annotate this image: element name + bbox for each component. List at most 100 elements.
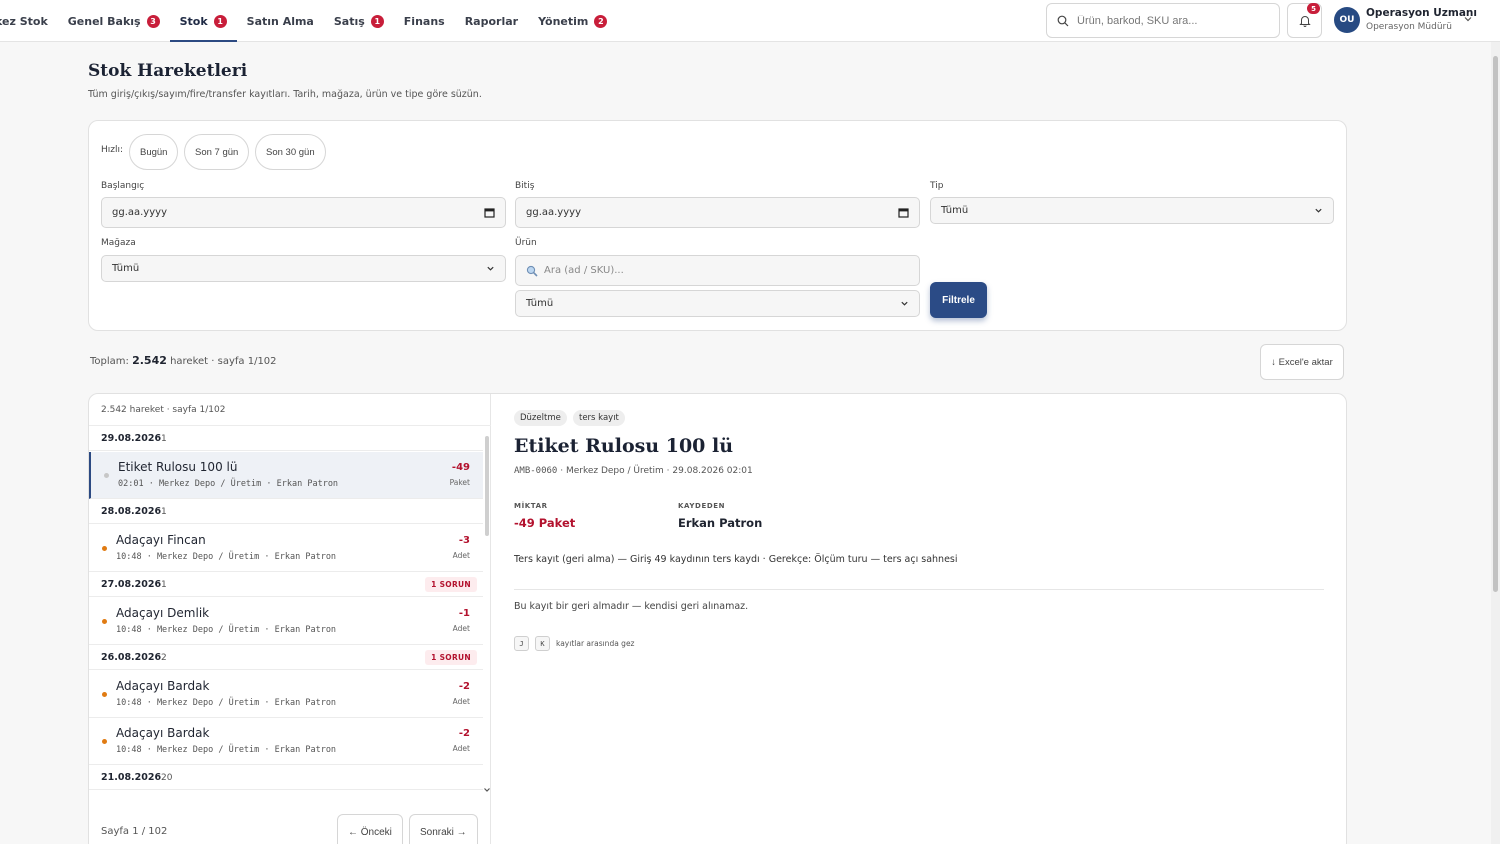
movement-qty: -3: [458, 535, 470, 546]
status-dot: [102, 692, 107, 697]
list-scrollbar-thumb[interactable]: [485, 436, 489, 536]
quick-filter-7-days[interactable]: Son 7 gün: [184, 134, 250, 170]
main-nav: kez Stok Genel Bakış 3 Stok 1 Satın Alma Satış…: [0, 0, 617, 42]
scroll-down-icon[interactable]: [483, 786, 491, 794]
nav-badge: 2: [594, 14, 608, 28]
movement-row[interactable]: Adaçayı Demlik 10:48 · Merkez Depo / Üret…: [89, 598, 483, 645]
movement-unit: Adet: [452, 551, 470, 560]
product-label: Ürün: [515, 238, 537, 248]
nav-item-label: Raporlar: [464, 14, 519, 28]
chevron-down-icon: [487, 266, 494, 271]
search-input[interactable]: [1077, 14, 1267, 27]
store-select[interactable]: Tümü: [101, 255, 506, 282]
detail-divider: [514, 589, 1324, 590]
movement-name: Adaçayı Bardak: [116, 679, 210, 693]
nav-item-3[interactable]: Satın Alma: [237, 0, 324, 42]
avatar[interactable]: OU: [1334, 7, 1360, 33]
kbd-next-key: K: [535, 636, 550, 651]
movement-list[interactable]: 29.08.2026 1 Etiket Rulosu 100 lü 02:01 · M…: [89, 425, 491, 794]
status-dot: [102, 546, 107, 551]
page-title: Stok Hareketleri: [88, 61, 248, 81]
search-icon: [1057, 15, 1069, 26]
start-date-input[interactable]: gg.aa.yyyy: [101, 197, 506, 228]
page-scrollbar[interactable]: [1491, 42, 1500, 844]
movement-meta: 02:01 · Merkez Depo / Üretim · Erkan Pat…: [118, 479, 339, 489]
nav-item-1[interactable]: Genel Bakış 3: [58, 0, 170, 42]
global-search[interactable]: [1046, 3, 1280, 38]
nav-item-4[interactable]: Satış 1: [324, 0, 394, 42]
nav-item-0[interactable]: kez Stok: [0, 0, 58, 42]
total-summary: Toplam: 2.542 hareket · sayfa 1/102: [90, 354, 277, 367]
nav-item-label: Yönetim: [538, 14, 589, 28]
movement-detail: Düzeltme ters kayıt Etiket Rulosu 100 lü…: [491, 394, 1346, 844]
filter-button[interactable]: Filtrele: [930, 282, 987, 318]
product-select[interactable]: Tümü: [515, 290, 920, 317]
search-icon: [526, 265, 538, 277]
movement-qty: -49: [451, 462, 470, 473]
movement-name: Adaçayı Bardak: [116, 726, 210, 740]
calendar-icon[interactable]: [484, 207, 495, 218]
movement-qty: -1: [458, 608, 470, 619]
status-dot: [102, 739, 107, 744]
quick-filter-30-days[interactable]: Son 30 gün: [255, 134, 326, 170]
movement-row[interactable]: Adaçayı Fincan 10:48 · Merkez Depo / Üret…: [89, 525, 483, 572]
total-count: 2.542: [132, 354, 167, 367]
type-select-value: Tümü: [941, 205, 969, 216]
detail-title: Etiket Rulosu 100 lü: [514, 435, 734, 457]
status-dot: [102, 619, 107, 624]
detail-meta-rest: · Merkez Depo / Üretim · 29.08.2026 02:0…: [557, 466, 753, 476]
prev-page-button[interactable]: ← Önceki: [337, 814, 403, 844]
nav-item-5[interactable]: Finans: [394, 0, 455, 42]
nav-badge: 3: [146, 14, 160, 28]
type-select[interactable]: Tümü: [930, 197, 1334, 224]
detail-tag-reversal: ters kayıt: [573, 410, 625, 426]
nav-item-2[interactable]: Stok 1: [169, 0, 237, 42]
chevron-down-icon: [1315, 208, 1322, 213]
date-group-count: 1: [161, 580, 167, 590]
date-group-header: 27.08.2026 1 1 SORUN: [89, 572, 483, 597]
end-date-input[interactable]: gg.aa.yyyy: [515, 197, 920, 228]
date-group-header: 21.08.2026 20: [89, 765, 483, 790]
nav-item-label: kez Stok: [0, 14, 48, 28]
movement-list-pane: 2.542 hareket · sayfa 1/102 29.08.2026 1 E…: [89, 394, 491, 844]
movement-unit: Adet: [452, 624, 470, 633]
store-select-value: Tümü: [112, 263, 140, 274]
chevron-down-icon: [901, 301, 908, 306]
movement-row[interactable]: Adaçayı Bardak 10:48 · Merkez Depo / Üret…: [89, 718, 483, 765]
movement-meta: 10:48 · Merkez Depo / Üretim · Erkan Pat…: [116, 552, 337, 562]
end-date-value: gg.aa.yyyy: [526, 207, 581, 218]
movement-meta: 10:48 · Merkez Depo / Üretim · Erkan Pat…: [116, 625, 337, 635]
notifications-button[interactable]: 5: [1287, 3, 1322, 38]
date-group-date: 28.08.2026: [101, 506, 162, 517]
list-scrollbar[interactable]: [483, 428, 491, 794]
product-search-input[interactable]: Ara (ad / SKU)...: [515, 255, 920, 286]
detail-meta: AMB-0060 · Merkez Depo / Üretim · 29.08.…: [514, 466, 753, 476]
nav-item-label: Genel Bakış: [67, 14, 141, 28]
start-date-label: Başlangıç: [101, 181, 145, 191]
movement-row[interactable]: Etiket Rulosu 100 lü 02:01 · Merkez Depo …: [89, 452, 483, 499]
chevron-down-icon[interactable]: [1463, 14, 1473, 24]
movement-qty: -2: [458, 681, 470, 692]
start-date-value: gg.aa.yyyy: [112, 207, 167, 218]
detail-qty-label: MİKTAR: [514, 502, 548, 510]
top-bar: kez Stok Genel Bakış 3 Stok 1 Satın Alma Satış…: [0, 0, 1500, 42]
nav-item-6[interactable]: Raporlar: [455, 0, 528, 42]
date-group-count: 2: [161, 653, 167, 663]
movement-meta: 10:48 · Merkez Depo / Üretim · Erkan Pat…: [116, 745, 337, 755]
movement-row[interactable]: Adaçayı Bardak 10:48 · Merkez Depo / Üret…: [89, 671, 483, 718]
export-excel-button[interactable]: ↓ Excel'e aktar: [1260, 344, 1344, 380]
detail-sku: AMB-0060: [514, 466, 558, 476]
list-header: 2.542 hareket · sayfa 1/102: [101, 405, 226, 415]
movement-name: Etiket Rulosu 100 lü: [118, 460, 238, 474]
calendar-icon[interactable]: [898, 207, 909, 218]
next-page-button[interactable]: Sonraki →: [409, 814, 478, 844]
date-group-date: 21.08.2026: [101, 772, 162, 783]
page-scrollbar-thumb[interactable]: [1493, 56, 1498, 592]
nav-item-label: Satış: [333, 14, 365, 28]
quick-filter-today[interactable]: Bugün: [129, 134, 179, 170]
nav-item-7[interactable]: Yönetim 2: [528, 0, 617, 42]
movements-card: 2.542 hareket · sayfa 1/102 29.08.2026 1 E…: [88, 393, 1347, 844]
user-name[interactable]: Operasyon Uzmanı: [1366, 7, 1477, 19]
nav-item-label: Satın Alma: [246, 14, 314, 28]
end-date-label: Bitiş: [515, 181, 535, 191]
